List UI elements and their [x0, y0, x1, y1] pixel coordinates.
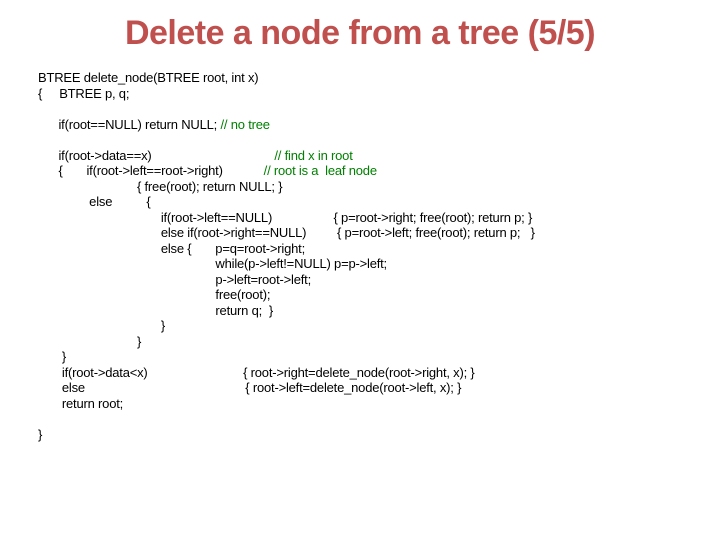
- code-line: else if(root->right==NULL) { p=root->lef…: [38, 225, 535, 240]
- code-line: { if(root->left==root->right): [38, 163, 264, 178]
- code-line: { BTREE p, q;: [38, 86, 129, 101]
- code-line: while(p->left!=NULL) p=p->left;: [38, 256, 387, 271]
- code-comment: // no tree: [221, 117, 270, 132]
- code-line: if(root->data<x) { root->right=delete_no…: [38, 365, 475, 380]
- code-line: p->left=root->left;: [38, 272, 311, 287]
- code-line: else {: [38, 194, 151, 209]
- code-comment: // find x in root: [274, 148, 352, 163]
- code-comment: // root is a leaf node: [264, 163, 377, 178]
- code-line: }: [38, 334, 141, 349]
- code-line: return root;: [38, 396, 123, 411]
- code-line: if(root->left==NULL) { p=root->right; fr…: [38, 210, 532, 225]
- code-line: if(root==NULL) return NULL;: [38, 117, 221, 132]
- code-line: { free(root); return NULL; }: [38, 179, 282, 194]
- code-line: }: [38, 318, 165, 333]
- code-block: BTREE delete_node(BTREE root, int x) { B…: [38, 70, 698, 442]
- code-line: else { root->left=delete_node(root->left…: [38, 380, 461, 395]
- code-line: }: [38, 427, 42, 442]
- code-line: return q; }: [38, 303, 273, 318]
- code-line: if(root->data==x): [38, 148, 274, 163]
- code-line: free(root);: [38, 287, 270, 302]
- code-line: else { p=q=root->right;: [38, 241, 305, 256]
- code-line: }: [38, 349, 66, 364]
- code-line: BTREE delete_node(BTREE root, int x): [38, 70, 258, 85]
- slide-title: Delete a node from a tree (5/5): [0, 14, 720, 53]
- slide: Delete a node from a tree (5/5) BTREE de…: [0, 0, 720, 540]
